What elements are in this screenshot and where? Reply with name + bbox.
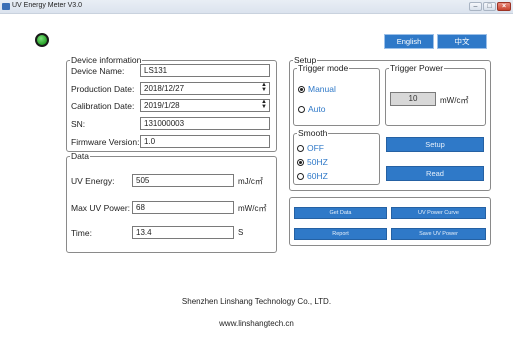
chinese-button[interactable]: 中文 (437, 34, 487, 49)
max-uv-power-field[interactable]: 68 (132, 201, 234, 214)
radio-selected-icon (298, 86, 305, 93)
maximize-icon: □ (487, 3, 492, 10)
close-icon: × (501, 3, 507, 10)
smooth-60hz-radio[interactable]: 60HZ (297, 171, 328, 181)
smooth-50hz-radio[interactable]: 50HZ (297, 157, 328, 167)
trigger-power-unit: mW/c㎡ (440, 96, 469, 105)
setup-button[interactable]: Setup (386, 137, 484, 152)
trigger-power-legend: Trigger Power (390, 63, 444, 73)
production-date-label: Production Date: (71, 84, 135, 94)
title-bar: UV Energy Meter V3.0 – □ × (0, 0, 513, 14)
max-uv-power-label: Max UV Power: (71, 203, 131, 213)
smooth-off-label: OFF (307, 143, 324, 153)
window-title: UV Energy Meter V3.0 (12, 2, 83, 9)
english-button[interactable]: English (384, 34, 434, 49)
maximize-button[interactable]: □ (483, 2, 496, 11)
trigger-auto-radio[interactable]: Auto (298, 104, 326, 114)
smooth-50hz-label: 50HZ (307, 157, 328, 167)
save-uv-power-button[interactable]: Save UV Power (391, 228, 486, 240)
sn-label: SN: (71, 119, 86, 129)
report-button[interactable]: Report (294, 228, 387, 240)
time-label: Time: (71, 228, 92, 238)
company-website: www.linshangtech.cn (219, 319, 294, 328)
time-field[interactable]: 13.4 (132, 226, 234, 239)
sn-field[interactable]: 131000003 (140, 117, 270, 130)
smooth-off-radio[interactable]: OFF (297, 143, 324, 153)
production-date-value: 2018/12/27 (144, 84, 185, 93)
device-name-label: Device Name: (71, 66, 125, 76)
app-icon (2, 3, 10, 10)
connection-status-led (35, 33, 49, 47)
radio-unselected-icon (297, 173, 304, 180)
trigger-manual-label: Manual (308, 84, 336, 94)
uv-energy-unit: mJ/c㎡ (238, 177, 263, 186)
data-legend: Data (71, 151, 89, 161)
company-name: Shenzhen Linshang Technology Co., LTD. (181, 297, 332, 306)
minimize-icon: – (473, 3, 478, 10)
get-data-button[interactable]: Get Data (294, 207, 387, 219)
smooth-60hz-label: 60HZ (307, 171, 328, 181)
device-name-field[interactable]: LS131 (140, 64, 270, 77)
device-information-legend: Device information (71, 55, 142, 65)
calibration-date-spin-icon[interactable]: ▲ ▼ (261, 100, 267, 110)
app-window: UV Energy Meter V3.0 – □ × English 中文 De… (0, 0, 513, 339)
minimize-button[interactable]: – (469, 2, 482, 11)
calibration-date-label: Calibration Date: (71, 101, 135, 111)
radio-unselected-icon (298, 106, 305, 113)
smooth-legend: Smooth (298, 128, 328, 138)
uv-energy-label: UV Energy: (71, 176, 115, 186)
trigger-mode-legend: Trigger mode (298, 63, 349, 73)
trigger-mode-group: Trigger mode (293, 64, 380, 126)
time-unit: S (238, 228, 244, 237)
firmware-version-label: Firmware Version: (71, 137, 140, 147)
radio-selected-icon (297, 159, 304, 166)
production-date-spin-icon[interactable]: ▲ ▼ (261, 83, 267, 93)
close-button[interactable]: × (497, 2, 511, 11)
radio-unselected-icon (297, 145, 304, 152)
trigger-power-field[interactable]: 10 (390, 92, 436, 106)
uv-energy-field[interactable]: 505 (132, 174, 234, 187)
trigger-manual-radio[interactable]: Manual (298, 84, 336, 94)
max-uv-power-unit: mW/c㎡ (238, 204, 267, 213)
read-button[interactable]: Read (386, 166, 484, 181)
calibration-date-value: 2019/1/28 (144, 101, 180, 110)
trigger-auto-label: Auto (308, 104, 326, 114)
calibration-date-picker[interactable]: 2019/1/28 ▲ ▼ (140, 99, 270, 112)
production-date-picker[interactable]: 2018/12/27 ▲ ▼ (140, 82, 270, 95)
uv-power-curve-button[interactable]: UV Power Curve (391, 207, 486, 219)
firmware-version-field[interactable]: 1.0 (140, 135, 270, 148)
